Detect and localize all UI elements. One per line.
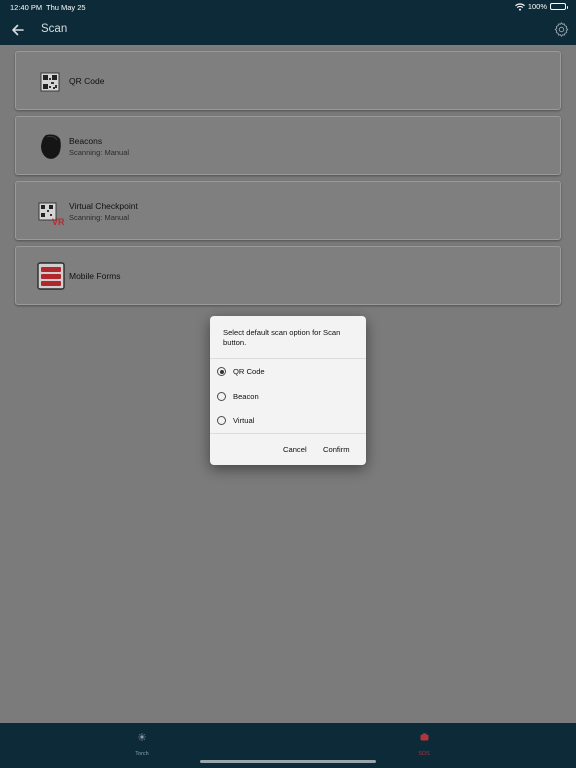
radio-option-qr-code[interactable]: QR Code: [210, 360, 366, 384]
confirm-button[interactable]: Confirm: [323, 445, 350, 454]
cancel-button[interactable]: Cancel: [283, 445, 307, 454]
torch-icon: [138, 733, 146, 741]
status-date: Thu May 25: [46, 3, 86, 12]
radio-label: Virtual: [233, 416, 255, 425]
scan-option-subtitle: Scanning: Manual: [69, 148, 130, 157]
qr-code-icon: [40, 72, 60, 92]
home-indicator[interactable]: [200, 760, 376, 763]
status-time: 12:40 PM: [10, 3, 43, 12]
app-bar: Scan: [0, 14, 576, 45]
scan-option-qr-code[interactable]: QR Code: [15, 51, 561, 110]
scan-option-subtitle: Scanning: Manual: [69, 213, 130, 222]
status-bar: 12:40 PM Thu May 25 100%: [0, 0, 576, 14]
scan-option-title: Beacons: [69, 136, 103, 146]
radio-button[interactable]: [217, 416, 226, 425]
radio-button-checked[interactable]: [217, 367, 226, 376]
dialog-divider: [210, 358, 366, 359]
sos-icon: [420, 733, 428, 741]
virtual-checkpoint-icon: VR: [38, 202, 65, 227]
radio-button[interactable]: [217, 392, 226, 401]
sos-label: SOS: [418, 751, 430, 757]
dialog-title: Select default scan option for Scan butt…: [223, 328, 341, 347]
scan-option-title: Virtual Checkpoint: [69, 201, 138, 211]
sos-button[interactable]: SOS: [404, 733, 444, 760]
radio-option-virtual[interactable]: Virtual: [210, 409, 366, 433]
battery-percent: 100%: [527, 2, 547, 11]
bottom-nav: Torch SOS: [0, 723, 576, 768]
scan-option-mobile-forms[interactable]: Mobile Forms: [15, 246, 561, 305]
wifi-icon: [514, 2, 525, 11]
scan-option-title: Mobile Forms: [69, 271, 121, 281]
battery-icon: [550, 3, 568, 10]
arrow-left-icon[interactable]: [10, 22, 26, 38]
radio-label: QR Code: [233, 367, 265, 376]
beacon-icon: [41, 134, 61, 159]
mobile-forms-icon: [37, 262, 65, 290]
torch-button[interactable]: Torch: [122, 733, 162, 760]
radio-label: Beacon: [233, 392, 259, 401]
scan-option-virtual-checkpoint[interactable]: VR Virtual Checkpoint Scanning: Manual: [15, 181, 561, 240]
dialog-divider: [210, 433, 366, 434]
gear-icon[interactable]: [553, 21, 570, 38]
svg-text:VR: VR: [52, 217, 65, 227]
page-title: Scan: [41, 23, 68, 35]
radio-option-beacon[interactable]: Beacon: [210, 385, 366, 409]
scan-option-title: QR Code: [69, 76, 105, 86]
default-scan-dialog: Select default scan option for Scan butt…: [210, 316, 366, 465]
status-indicators: 100%: [514, 2, 568, 11]
torch-label: Torch: [135, 751, 149, 757]
scan-option-beacons[interactable]: Beacons Scanning: Manual: [15, 116, 561, 175]
